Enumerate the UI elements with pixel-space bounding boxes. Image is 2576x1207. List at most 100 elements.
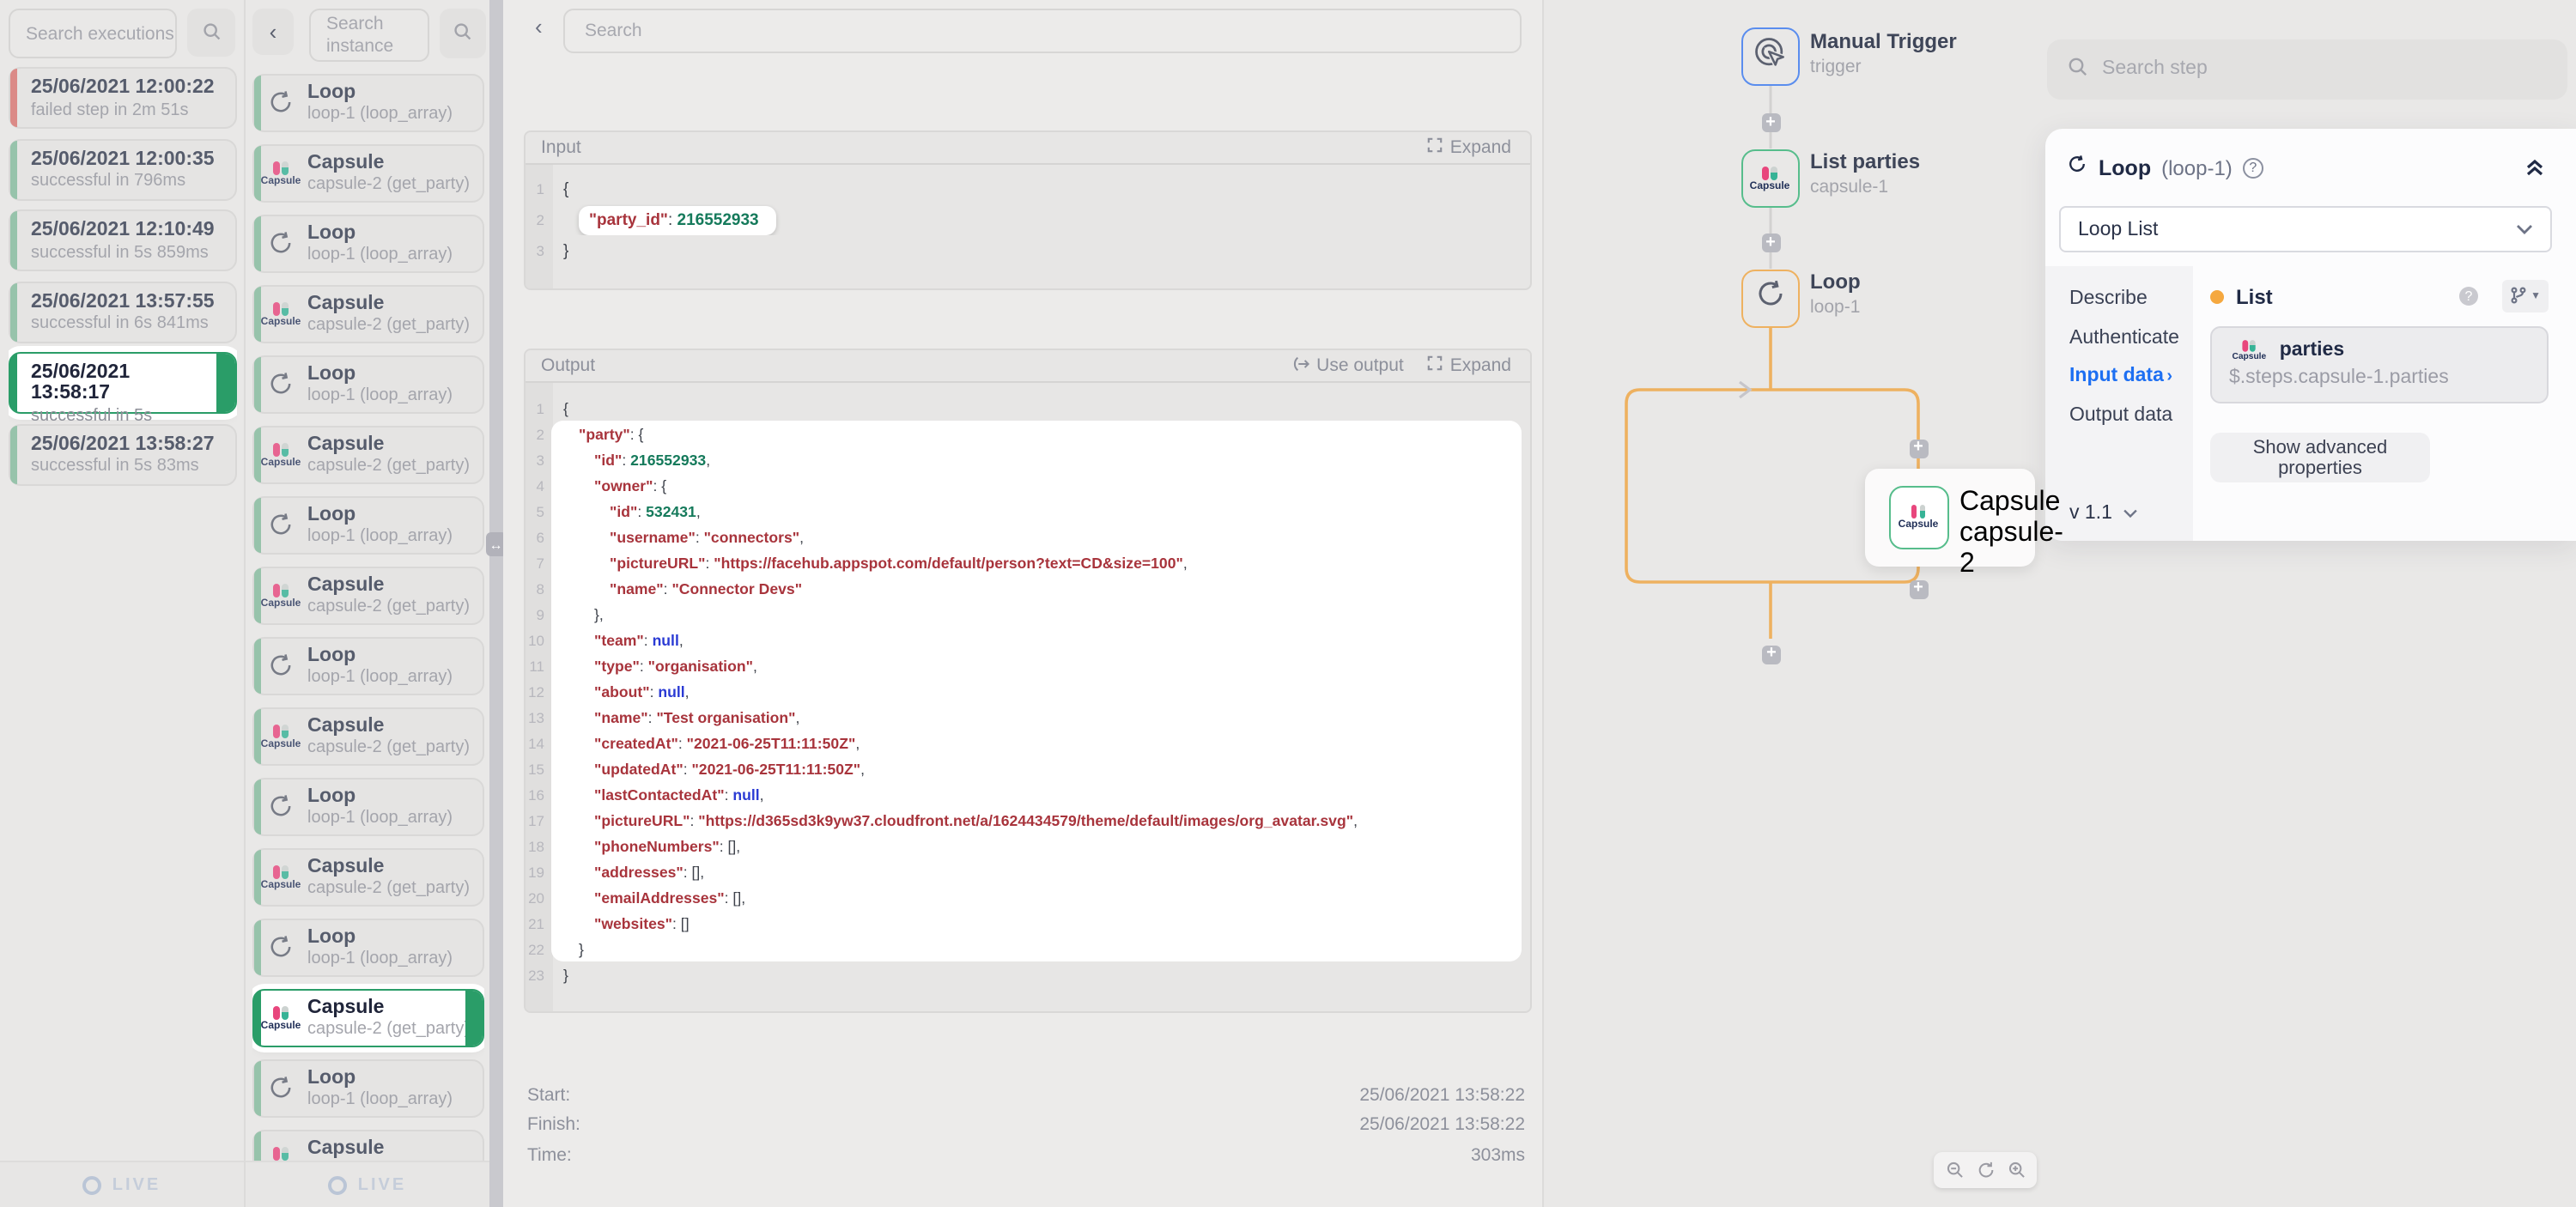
zoom-in-button[interactable]	[2007, 1161, 2026, 1180]
node-title: Manual Trigger	[1810, 28, 1957, 52]
execution-item[interactable]: 25/06/2021 13:57:55successful in 6s 841m…	[9, 281, 237, 343]
live-toggle-label: LIVE	[358, 1175, 406, 1194]
tab-input-data[interactable]: Input data›	[2045, 357, 2193, 396]
use-output-button[interactable]: Use output	[1291, 355, 1404, 377]
capsule-2-node[interactable]: Capsule	[1888, 485, 1948, 549]
branch-icon	[2510, 283, 2525, 309]
capsule-logo-icon: Capsule	[254, 1144, 307, 1161]
code-line: 23}	[526, 961, 1530, 987]
tab-describe[interactable]: Describe	[2045, 280, 2193, 318]
field-value-title: parties	[2280, 340, 2344, 361]
panel-divider[interactable]: ↔	[489, 0, 502, 1207]
finish-label: Finish:	[527, 1115, 1359, 1136]
executions-live-toggle[interactable]: LIVE	[0, 1161, 244, 1207]
add-step-button[interactable]: +	[1909, 439, 1928, 458]
execution-status: successful in 6s 841ms	[31, 314, 225, 333]
input-json-code: 1{2"party_id": 2165529333}	[526, 165, 1530, 288]
collapse-panel-button[interactable]	[2514, 154, 2555, 183]
steps-search-input[interactable]: Search instance	[309, 9, 429, 62]
start-row: Start: 25/06/2021 13:58:22	[524, 1080, 1530, 1110]
step-subtitle: capsule-2 (get_party)	[307, 315, 470, 334]
step-item[interactable]: CapsuleCapsulecapsule-2 (get_party)	[252, 425, 484, 483]
node-subtitle: trigger	[1810, 56, 1957, 76]
capsule-logo-icon: Capsule	[2233, 338, 2267, 361]
step-item[interactable]: Loop loop-1 (loop_array)	[252, 777, 484, 835]
field-mapping-menu-button[interactable]: ▼	[2502, 280, 2549, 312]
step-search-input[interactable]: Search step	[2047, 39, 2567, 99]
steps-search-button[interactable]	[440, 9, 486, 58]
step-title: Loop	[307, 785, 453, 806]
operation-select[interactable]: Loop List	[2059, 206, 2552, 252]
step-type-title: Loop	[2099, 156, 2151, 180]
capsule-logo-icon: Capsule	[254, 159, 307, 186]
code-line: 2"party_id": 216552933	[526, 204, 1530, 235]
loop-icon	[2066, 153, 2088, 184]
step-item[interactable]: Looploop-1 (loop_array)	[252, 1058, 484, 1117]
steps-list: Looploop-1 (loop_array)CapsuleCapsulecap…	[252, 73, 484, 1161]
step-item[interactable]: CapsuleCapsulecapsule-2 (get_party)	[252, 143, 484, 202]
step-item[interactable]: Looploop-1 (loop_array)	[252, 73, 484, 131]
steps-live-toggle[interactable]: LIVE	[246, 1161, 489, 1207]
step-properties-panel: Search step Loop (loop-1) ? Loop List	[2045, 0, 2576, 1207]
step-item[interactable]: CapsuleCapsulecapsule-2 (get_party)	[252, 284, 484, 343]
loop-node[interactable]	[1741, 269, 1799, 327]
step-item[interactable]: Looploop-1 (loop_array)	[252, 355, 484, 413]
step-title: Loop	[307, 926, 453, 947]
step-properties-card: Loop (loop-1) ? Loop List DescribeAuthen…	[2045, 129, 2576, 541]
add-step-button[interactable]: +	[1909, 579, 1928, 598]
step-item[interactable]: CapsuleCapsulecapsule-2 (get_party)	[252, 707, 484, 765]
step-item[interactable]: Looploop-1 (loop_array)	[252, 214, 484, 272]
detail-search-input[interactable]: Search	[562, 9, 1522, 53]
execution-item[interactable]: 25/06/2021 12:10:49successful in 5s 859m…	[9, 209, 237, 271]
manual-trigger-node[interactable]	[1741, 27, 1799, 86]
step-item[interactable]: CapsuleCapsulecapsule-2 (get_party)	[252, 1129, 484, 1161]
execution-item[interactable]: 25/06/2021 12:00:35successful in 796ms	[9, 138, 237, 200]
properties-header: Loop (loop-1) ?	[2045, 129, 2576, 184]
step-subtitle: loop-1 (loop_array)	[307, 808, 453, 827]
input-expand-button[interactable]: Expand	[1428, 137, 1511, 158]
step-item[interactable]: Looploop-1 (loop_array)	[252, 495, 484, 554]
code-line: 4"owner": {	[526, 472, 1530, 498]
properties-tabs: DescribeAuthenticateInput data›Output da…	[2045, 266, 2193, 541]
detail-back-button[interactable]: ‹	[525, 12, 553, 41]
workflow-canvas[interactable]: Manual Trigger trigger + Capsule List pa…	[1544, 0, 2045, 1207]
output-expand-button[interactable]: Expand	[1428, 355, 1511, 376]
execution-item[interactable]: 25/06/2021 13:58:17successful in 5s 569m…	[9, 352, 237, 414]
code-line: 9},	[526, 601, 1530, 627]
add-step-button[interactable]: +	[1762, 645, 1781, 664]
execution-item[interactable]: 25/06/2021 12:00:22failed step in 2m 51s	[9, 67, 237, 129]
code-line: 6"username": "connectors",	[526, 524, 1530, 549]
steps-back-button[interactable]: ‹	[252, 9, 294, 55]
tab-authenticate[interactable]: Authenticate	[2045, 318, 2193, 357]
add-step-button[interactable]: +	[1761, 234, 1780, 252]
step-item[interactable]: Looploop-1 (loop_array)	[252, 918, 484, 976]
add-step-button[interactable]: +	[1761, 113, 1780, 132]
code-line: 17"pictureURL": "https://d365sd3k9yw37.c…	[526, 807, 1530, 833]
zoom-out-button[interactable]	[1945, 1161, 1964, 1180]
output-expand-label: Expand	[1450, 355, 1511, 376]
field-help-icon[interactable]: ?	[2459, 287, 2478, 306]
code-line: 8"name": "Connector Devs"	[526, 575, 1530, 601]
step-item[interactable]: Looploop-1 (loop_array)	[252, 636, 484, 694]
execution-date: 25/06/2021 13:58:27	[31, 434, 225, 454]
list-parties-node[interactable]: Capsule	[1741, 149, 1799, 207]
help-icon[interactable]: ?	[2243, 158, 2263, 179]
steps-sidebar: ‹ Search instance Loop loop-1 (loop_array…	[244, 0, 489, 1207]
step-subtitle: loop-1 (loop_array)	[307, 667, 453, 686]
version-selector[interactable]: v 1.1	[2069, 503, 2138, 524]
code-line: 18"phoneNumbers": [],	[526, 833, 1530, 858]
tab-output-data[interactable]: Output data	[2045, 396, 2193, 434]
reset-view-button[interactable]	[1976, 1161, 1995, 1180]
node-title: List parties	[1810, 149, 1920, 173]
list-field-value[interactable]: Capsule parties $.steps.capsule-1.partie…	[2210, 326, 2549, 403]
step-item[interactable]: CapsuleCapsulecapsule-2 (get_party)	[252, 988, 484, 1046]
executions-search-input[interactable]: Search executions	[9, 9, 177, 58]
executions-search-button[interactable]	[187, 9, 235, 57]
capsule-logo-icon: Capsule	[1899, 503, 1939, 531]
executions-search-placeholder: Search executions	[26, 23, 174, 44]
execution-item[interactable]: 25/06/2021 13:58:27successful in 5s 83ms	[9, 423, 237, 485]
step-item[interactable]: CapsuleCapsulecapsule-2 (get_party)	[252, 847, 484, 906]
step-item[interactable]: CapsuleCapsulecapsule-2 (get_party)	[252, 566, 484, 624]
show-advanced-properties-button[interactable]: Show advanced properties	[2210, 433, 2430, 482]
resize-arrows-icon: ↔	[489, 537, 503, 552]
